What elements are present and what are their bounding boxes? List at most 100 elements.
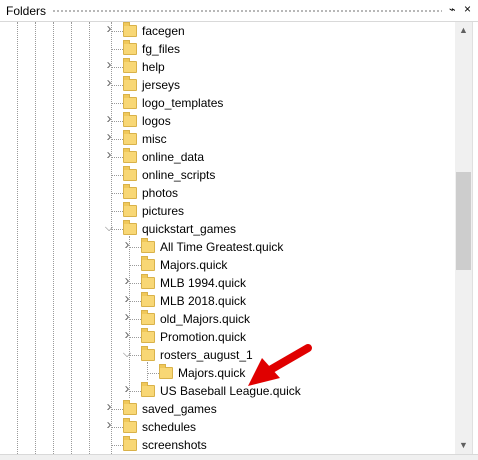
tree-item[interactable]: › MLB 2018.quick: [0, 291, 455, 310]
tree-connector-line: [147, 373, 159, 374]
folder-icon: [141, 382, 155, 397]
drag-grip[interactable]: [52, 9, 442, 13]
folder-icon: [141, 292, 155, 307]
folder-icon: [141, 238, 155, 253]
folder-icon: [123, 184, 137, 199]
chevron-right-icon[interactable]: ›: [104, 417, 114, 432]
tree-item-label: misc: [142, 132, 167, 146]
folder-icon: [123, 112, 137, 127]
tree-item[interactable]: logo_templates: [0, 94, 455, 112]
tree-item[interactable]: › facegen: [0, 22, 455, 40]
tree-item-label: MLB 2018.quick: [160, 294, 247, 308]
tree-item-label: online_scripts: [142, 168, 216, 182]
folder-icon: [141, 346, 155, 361]
tree-item-label: fg_files: [142, 42, 181, 56]
folder-icon: [159, 364, 173, 379]
panel-titlebar: Folders ⌁ ×: [0, 0, 478, 22]
chevron-right-icon[interactable]: ›: [104, 111, 114, 126]
annotation-arrow: [248, 344, 312, 386]
chevron-right-icon[interactable]: ›: [122, 381, 132, 396]
tree-connector-line: [129, 265, 141, 266]
vertical-scrollbar[interactable]: ▲ ▼: [455, 22, 472, 454]
close-icon[interactable]: ×: [464, 2, 471, 16]
chevron-right-icon[interactable]: ›: [104, 399, 114, 414]
tree-connector-line: [111, 445, 123, 446]
chevron-right-icon[interactable]: ›: [122, 291, 132, 306]
scroll-down-icon[interactable]: ▼: [455, 437, 472, 454]
chevron-right-icon[interactable]: ›: [104, 75, 114, 90]
tree-connector-line: [111, 193, 123, 194]
folder-icon: [141, 328, 155, 343]
tree-item[interactable]: › help: [0, 57, 455, 76]
folder-icon: [123, 58, 137, 73]
tree-item-label: pictures: [142, 204, 185, 218]
tree-item-label: All Time Greatest.quick: [160, 240, 284, 254]
tree-connector-line: [111, 175, 123, 176]
tree-item[interactable]: › old_Majors.quick: [0, 309, 455, 328]
tree-item-label: screenshots: [142, 438, 207, 452]
tree-item[interactable]: photos: [0, 184, 455, 202]
scroll-up-icon[interactable]: ▲: [455, 22, 472, 39]
tree-item-label: photos: [142, 186, 179, 200]
tree-item[interactable]: › schedules: [0, 417, 455, 436]
tree-item[interactable]: pictures: [0, 202, 455, 220]
tree-item-label: rosters_august_1: [160, 348, 253, 362]
chevron-right-icon[interactable]: ›: [104, 129, 114, 144]
folder-icon: [123, 22, 137, 37]
tree-item[interactable]: › Promotion.quick: [0, 327, 455, 346]
chevron-down-icon[interactable]: ⌵: [104, 223, 114, 234]
folder-icon: [141, 256, 155, 271]
pin-icon[interactable]: ⌁: [449, 3, 456, 16]
chevron-right-icon[interactable]: ›: [104, 22, 114, 36]
chevron-right-icon[interactable]: ›: [122, 309, 132, 324]
tree-item[interactable]: › saved_games: [0, 399, 455, 418]
scrollbar-thumb[interactable]: [456, 172, 471, 270]
panel-title: Folders: [6, 4, 47, 18]
tree-connector-line: [111, 103, 123, 104]
folder-icon: [123, 418, 137, 433]
tree-item[interactable]: screenshots: [0, 436, 455, 454]
chevron-right-icon[interactable]: ›: [122, 237, 132, 252]
tree-item[interactable]: online_scripts: [0, 166, 455, 184]
tree-item-label: online_data: [142, 150, 205, 164]
tree-item[interactable]: › US Baseball League.quick: [0, 381, 455, 400]
chevron-right-icon[interactable]: ›: [104, 57, 114, 72]
tree-item-label: Majors.quick: [178, 366, 246, 380]
chevron-down-icon[interactable]: ⌵: [122, 349, 132, 360]
tree-item-label: logo_templates: [142, 96, 224, 110]
folder-icon: [123, 40, 137, 55]
folder-icon: [141, 274, 155, 289]
tree-item-label: Promotion.quick: [160, 330, 247, 344]
tree-item-label: schedules: [142, 420, 197, 434]
tree-item[interactable]: › jerseys: [0, 75, 455, 94]
folder-icon: [123, 94, 137, 109]
tree-item-label: help: [142, 60, 165, 74]
chevron-right-icon[interactable]: ›: [104, 147, 114, 162]
panel-bottom-border: [0, 454, 478, 460]
tree-item[interactable]: › All Time Greatest.quick: [0, 237, 455, 256]
folder-icon: [141, 310, 155, 325]
tree-connector-line: [111, 49, 123, 50]
tree-item[interactable]: ⌵ rosters_august_1: [0, 346, 455, 364]
tree-item[interactable]: Majors.quick: [0, 364, 455, 382]
panel-right-border: [472, 22, 478, 460]
tree-item-label: quickstart_games: [142, 222, 237, 236]
tree-connector-line: [111, 211, 123, 212]
tree-item[interactable]: › online_data: [0, 147, 455, 166]
folder-icon: [123, 436, 137, 451]
folder-icon: [123, 202, 137, 217]
tree-item-label: saved_games: [142, 402, 217, 416]
folder-tree: › facegen fg_files › help › jerseys logo_templa…: [0, 22, 455, 454]
tree-item[interactable]: › logos: [0, 111, 455, 130]
folder-icon: [123, 130, 137, 145]
tree-item[interactable]: Majors.quick: [0, 256, 455, 274]
folder-icon: [123, 220, 137, 235]
tree-item[interactable]: fg_files: [0, 40, 455, 58]
tree-item[interactable]: › misc: [0, 129, 455, 148]
chevron-right-icon[interactable]: ›: [122, 273, 132, 288]
chevron-right-icon[interactable]: ›: [122, 327, 132, 342]
folder-icon: [123, 148, 137, 163]
tree-item[interactable]: › MLB 1994.quick: [0, 273, 455, 292]
tree-item[interactable]: ⌵ quickstart_games: [0, 220, 455, 238]
folder-icon: [123, 166, 137, 181]
